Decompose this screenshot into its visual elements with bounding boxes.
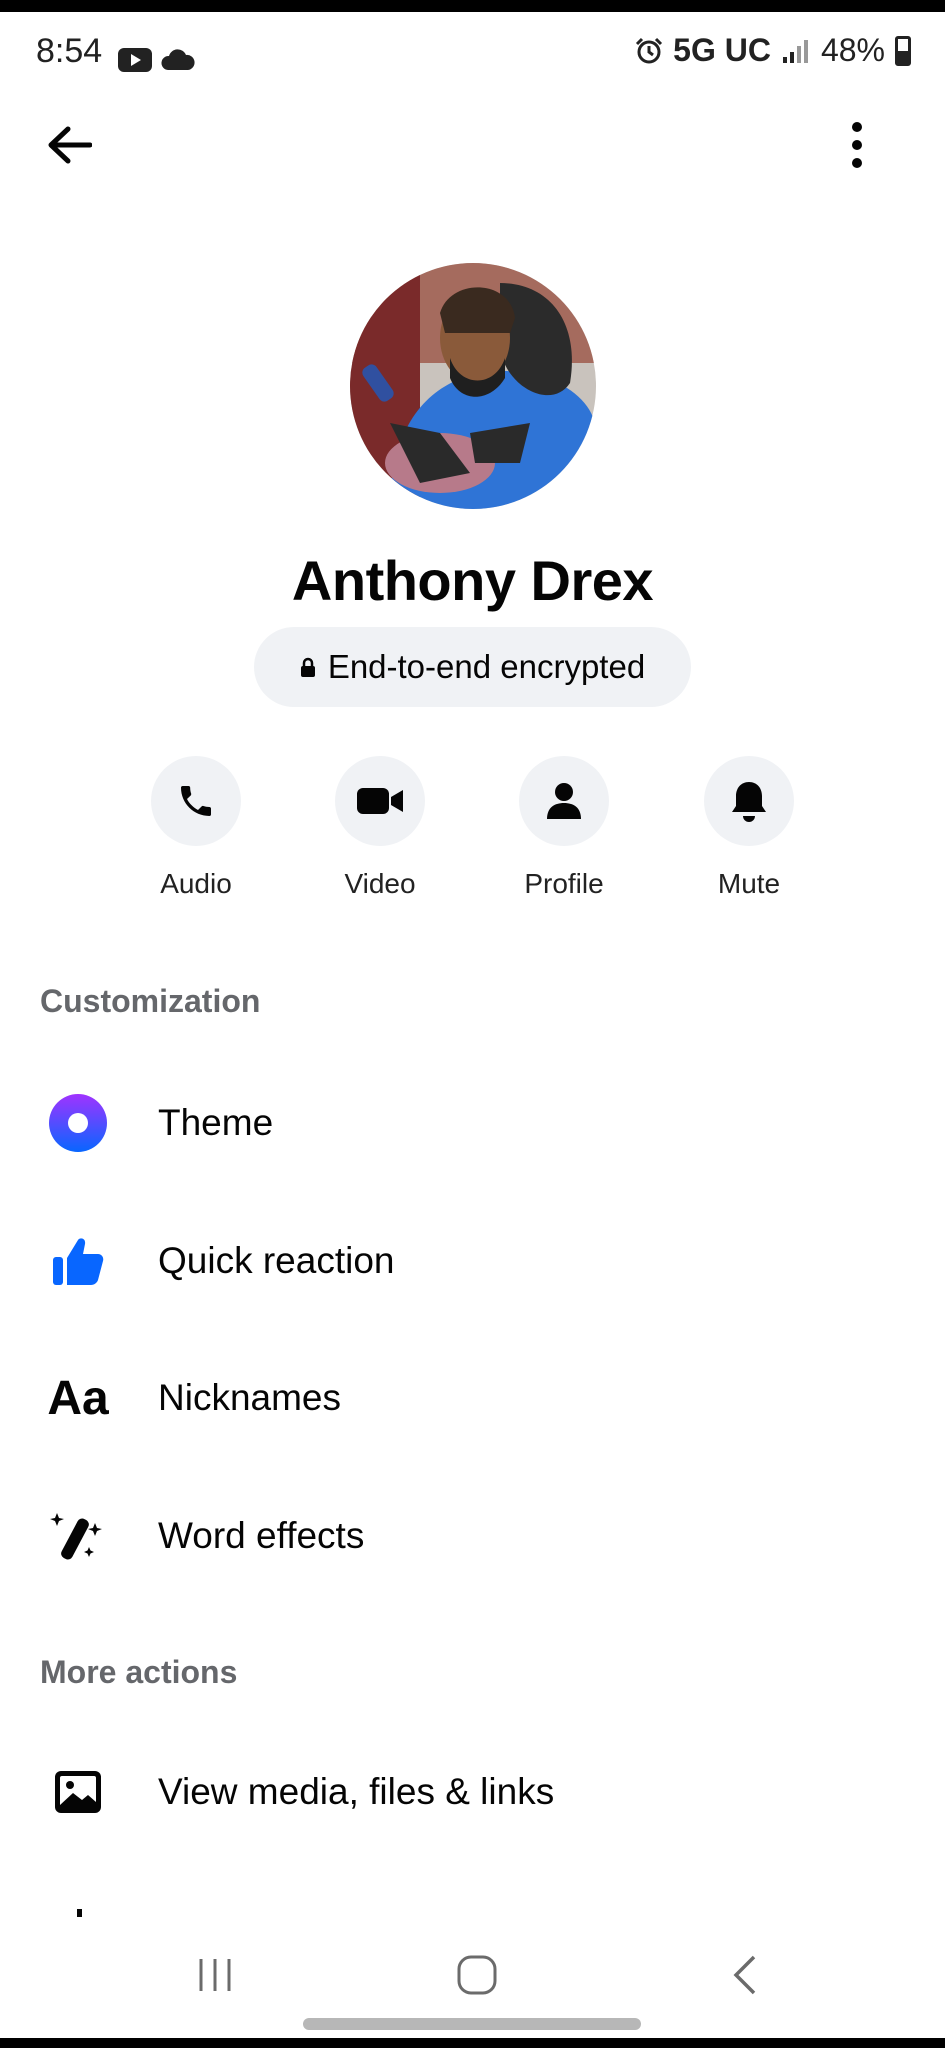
more-options-button[interactable]: [822, 110, 892, 180]
lock-icon: [300, 657, 315, 677]
gesture-bar[interactable]: [303, 2018, 641, 2030]
status-bar: 8:54 5G UC 48%: [0, 12, 945, 90]
thumbs-up-icon: [40, 1223, 116, 1299]
more-actions-heading: More actions: [40, 1654, 238, 1690]
video-camera-icon: [357, 788, 403, 814]
encryption-badge[interactable]: End-to-end encrypted: [254, 627, 691, 707]
video-call-button[interactable]: Video: [310, 756, 450, 900]
encryption-label: End-to-end encrypted: [327, 648, 646, 685]
top-edge: [0, 0, 945, 12]
mute-button[interactable]: Mute: [679, 756, 819, 900]
mute-circle: [704, 756, 794, 846]
network-label: 5G UC: [673, 32, 771, 68]
bottom-edge: [0, 2038, 945, 2048]
arrow-left-icon: [48, 126, 92, 164]
phone-icon: [181, 786, 211, 816]
youtube-icon: [118, 48, 152, 72]
chevron-left-icon: [733, 1955, 756, 1995]
audio-label: Audio: [160, 868, 232, 899]
nicknames-item[interactable]: Aa Nicknames: [0, 1343, 945, 1453]
mute-label: Mute: [717, 868, 781, 899]
quick-reaction-item[interactable]: Quick reaction: [0, 1206, 945, 1316]
aa-icon-text: Aa: [47, 1371, 109, 1425]
view-media-label: View media, files & links: [158, 1771, 555, 1812]
back-button[interactable]: [34, 110, 104, 180]
system-navigation-bar: [0, 1920, 945, 2032]
theme-item[interactable]: Theme: [0, 1068, 945, 1178]
avatar[interactable]: [350, 263, 596, 509]
next-item-cutoff: [0, 1905, 945, 1917]
status-time: 8:54: [36, 32, 103, 70]
theme-circle-icon: [40, 1085, 116, 1161]
profile-label: Profile: [524, 868, 604, 899]
vertical-dots-icon: [852, 122, 862, 168]
word-effects-label: Word effects: [158, 1515, 365, 1556]
home-button[interactable]: [452, 1950, 502, 2000]
battery-icon: [895, 35, 911, 66]
bell-icon: [732, 782, 766, 822]
aa-text-icon: Aa: [40, 1360, 116, 1436]
audio-call-circle: [151, 756, 241, 846]
magic-wand-icon: [40, 1498, 116, 1574]
recent-apps-button[interactable]: [190, 1950, 240, 2000]
alarm-icon: [636, 37, 663, 63]
avatar-photo: [350, 263, 596, 509]
view-media-item[interactable]: View media, files & links: [0, 1737, 945, 1847]
person-icon: [547, 783, 581, 819]
signal-icon: [782, 39, 808, 63]
recent-apps-icon: [199, 1959, 231, 1991]
video-call-circle: [335, 756, 425, 846]
audio-call-button[interactable]: Audio: [126, 756, 266, 900]
profile-button[interactable]: Profile: [494, 756, 634, 900]
customization-heading: Customization: [40, 983, 261, 1019]
theme-label: Theme: [158, 1102, 274, 1143]
quick-reaction-label: Quick reaction: [158, 1240, 395, 1281]
system-back-button[interactable]: [720, 1950, 770, 2000]
cloud-icon: [161, 49, 195, 70]
contact-name: Anthony Drex: [291, 549, 654, 612]
profile-circle: [519, 756, 609, 846]
home-icon: [457, 1955, 497, 1995]
battery-label: 48%: [820, 32, 885, 68]
image-icon: [40, 1754, 116, 1830]
nicknames-label: Nicknames: [158, 1377, 341, 1418]
word-effects-item[interactable]: Word effects: [0, 1481, 945, 1591]
video-label: Video: [344, 868, 416, 899]
